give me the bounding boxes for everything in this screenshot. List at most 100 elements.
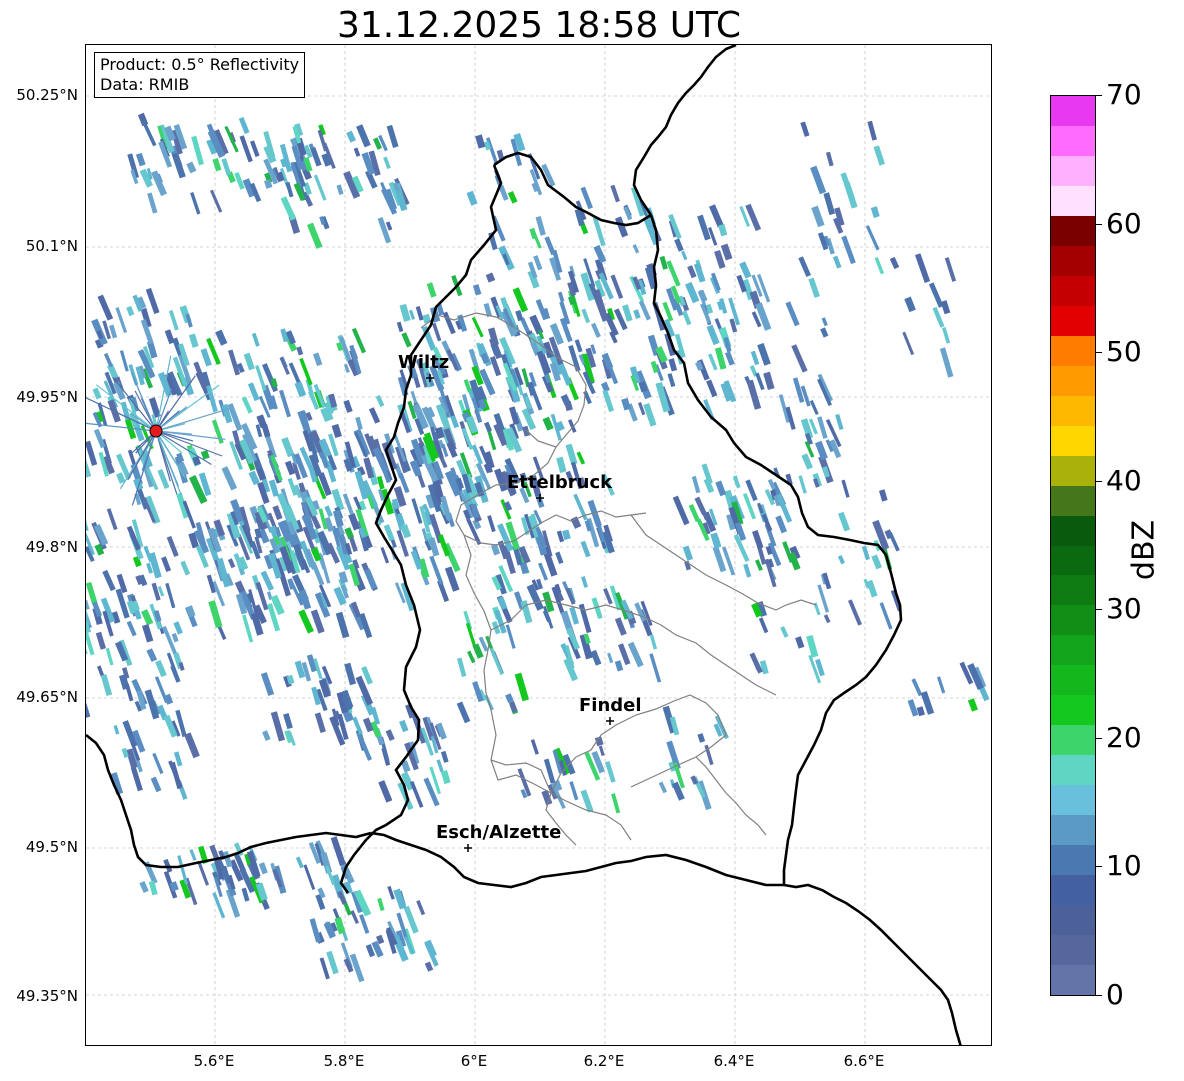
echo-cell [743, 563, 752, 578]
border-germany-belgium-north [632, 45, 737, 216]
echo-spoke [155, 407, 231, 432]
colorbar-tick-mark [1096, 995, 1102, 996]
echo-cell [697, 214, 711, 241]
echo-cell [682, 310, 692, 326]
echo-cell [471, 316, 484, 338]
echo-cell [866, 579, 878, 598]
echo-cell [533, 255, 543, 271]
echo-cell [100, 673, 113, 696]
echo-cell [638, 300, 651, 321]
echo-cell [811, 205, 825, 228]
product-label: Product: 0.5° Reflectivity [100, 55, 300, 74]
echo-cell [514, 672, 530, 702]
echo-cell [873, 145, 885, 166]
echo-cell [152, 752, 164, 775]
echo-cell [396, 321, 404, 333]
echo-cell [285, 181, 294, 198]
echo-cell [221, 158, 232, 176]
colorbar-segment [1051, 545, 1095, 576]
echo-cell [86, 581, 98, 605]
echo-cell [144, 689, 160, 720]
colorbar-tick-mark [1096, 737, 1102, 739]
echo-cell [467, 650, 476, 664]
echo-cell [490, 543, 501, 556]
city-esch-alzette: Esch/Alzette [436, 822, 561, 852]
echo-cell [580, 186, 593, 210]
colorbar-tick-mark [1096, 352, 1102, 354]
echo-cell [697, 733, 706, 743]
echo-cell [791, 344, 808, 373]
echo-cell [215, 329, 228, 346]
echo-cell [334, 916, 346, 935]
echo-cell [693, 262, 706, 283]
colorbar-segment [1051, 335, 1095, 366]
radar-map[interactable]: Wiltz Ettelbruck Findel Esch/Alzette [85, 44, 992, 1046]
echo-cell [442, 311, 456, 335]
colorbar-segment [1051, 664, 1095, 696]
echo-cell [378, 780, 393, 803]
echo-cell [594, 297, 609, 322]
echo-cell [344, 662, 357, 686]
echo-cell [817, 416, 828, 439]
echo-cell [580, 540, 591, 558]
echo-cell [674, 238, 684, 252]
echo-cell [295, 856, 304, 869]
echo-cell [902, 331, 915, 356]
echo-cell [721, 546, 736, 576]
echo-cell [375, 394, 385, 408]
echo-cell [332, 509, 344, 528]
echo-cell [598, 745, 605, 756]
colorbar-tick-label: 0 [1106, 978, 1124, 1011]
echo-cell [429, 555, 444, 585]
echo-cell [611, 793, 621, 814]
echo-cell [529, 227, 538, 240]
colorbar-segment [1051, 934, 1095, 966]
echo-cell [558, 291, 565, 303]
echo-cell [97, 294, 114, 321]
echo-cell [484, 421, 492, 433]
echo-cell [821, 317, 828, 327]
echo-cell [212, 892, 226, 919]
echo-cell [633, 309, 641, 319]
echo-cell [932, 306, 945, 328]
echo-cell [475, 134, 486, 149]
echo-cell [573, 493, 588, 521]
echo-cell [247, 382, 260, 402]
echo-cell [967, 698, 978, 712]
echo-cell [936, 676, 946, 694]
echo-cell [745, 203, 762, 232]
lat-label-50-1: 50.1°N [25, 237, 78, 255]
echo-cell [93, 428, 106, 449]
echo-cell [416, 900, 426, 916]
colorbar-segment [1051, 485, 1095, 516]
echo-cell [212, 158, 222, 172]
echo-cell [377, 897, 385, 912]
colorbar-segment [1051, 754, 1095, 786]
echo-cell [294, 381, 307, 398]
colorbar-segment [1051, 844, 1095, 876]
echo-cell [837, 554, 845, 565]
echo-cell [939, 347, 954, 378]
echo-cell [835, 413, 844, 431]
echo-cell [701, 463, 713, 485]
echo-cell [95, 631, 107, 650]
echo-cell [227, 558, 236, 569]
colorbar-tick-mark [1096, 223, 1102, 225]
echo-cell [940, 300, 951, 315]
product-info-box: Product: 0.5° Reflectivity Data: RMIB [94, 52, 306, 98]
echo-cell [189, 849, 197, 861]
lat-label-49-5: 49.5°N [25, 838, 78, 856]
echo-cell [658, 781, 668, 794]
echo-cell [330, 836, 346, 866]
echo-cell [763, 371, 775, 391]
echo-cell [86, 630, 95, 656]
echo-cell [105, 647, 114, 666]
echo-cell [119, 350, 129, 372]
colorbar-segment [1051, 724, 1095, 756]
echo-cell [715, 480, 727, 497]
echo-cell [757, 342, 771, 366]
echo-cell [102, 569, 116, 592]
echo-cell [775, 515, 788, 534]
echo-cell [190, 192, 201, 215]
echo-cell [668, 358, 678, 372]
